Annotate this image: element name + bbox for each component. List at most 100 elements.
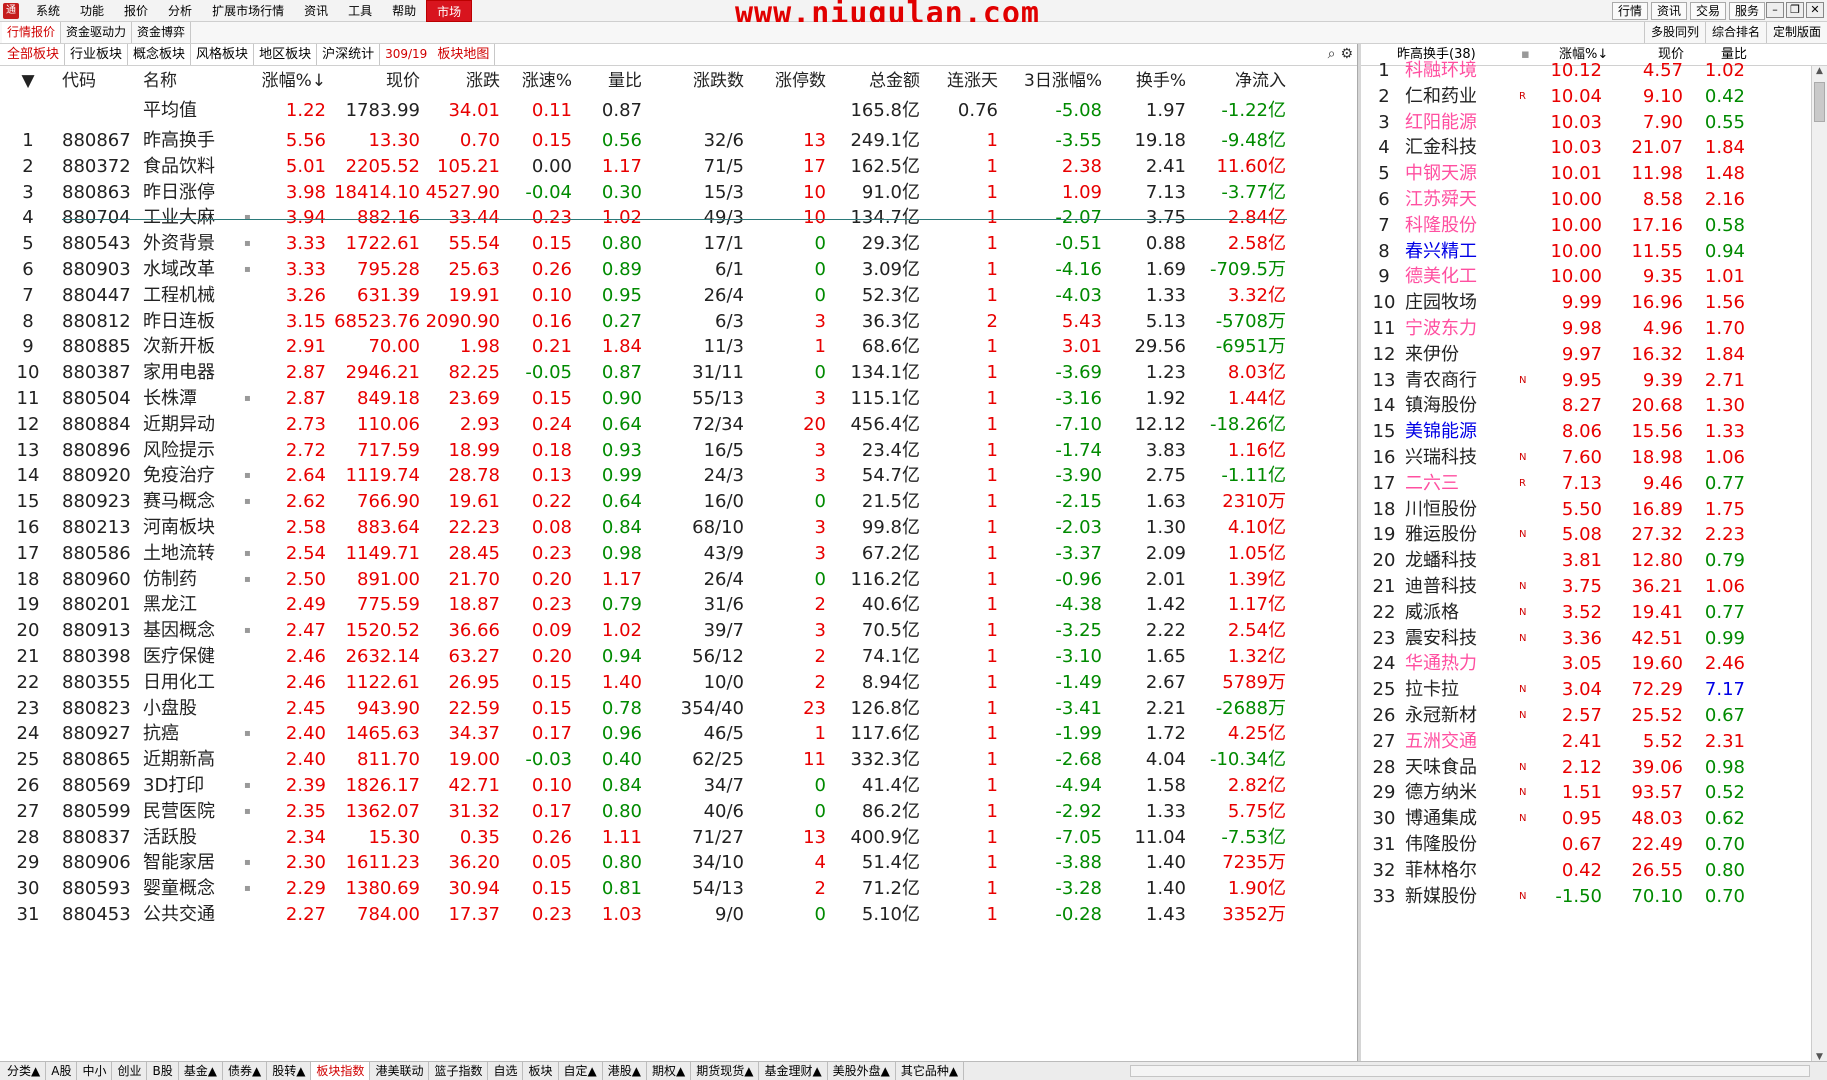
view-tabs: 行情报价 资金驱动力 资金博弈 [2, 22, 192, 43]
selected-row-underline [62, 219, 1287, 220]
average-row: 平均值 1.22 1783.99 34.01 0.11 0.87 165.8亿 … [0, 96, 1357, 126]
layout-tab[interactable]: 综合排名 [1704, 22, 1766, 43]
col-chg-header[interactable]: 涨跌 [420, 66, 500, 96]
table-tools: ⌕ ⚙ [1328, 46, 1353, 62]
market-tab[interactable]: 期权▲ [647, 1062, 692, 1080]
scroll-up-icon[interactable]: ▲ [1812, 66, 1827, 80]
market-tab[interactable]: 期货现货▲ [691, 1062, 760, 1080]
app-logo-icon: 通 [3, 3, 19, 19]
menu-item[interactable]: 系统 [26, 0, 70, 22]
market-tab[interactable]: A股 [46, 1062, 78, 1080]
avg-speed: 0.11 [531, 100, 572, 121]
view-tab[interactable]: 资金驱动力 [61, 22, 133, 43]
market-tab[interactable]: 自定▲ [559, 1062, 603, 1080]
market-tab[interactable]: 中小 [77, 1062, 113, 1080]
avg-price: 1783.99 [345, 100, 420, 121]
avg-turnover: 1.97 [1145, 100, 1186, 121]
pct-change: -1.50 [1555, 885, 1602, 907]
market-tab[interactable]: 债券▲ [223, 1062, 268, 1080]
market-tab[interactable]: 基金理财▲ [759, 1062, 828, 1080]
net-inflow: 3352万 [1222, 904, 1286, 925]
menu-item[interactable]: 分析 [158, 0, 202, 22]
sector-category-tab[interactable]: 行业板块 [65, 44, 129, 65]
market-tab[interactable]: 其它品种▲ [896, 1062, 965, 1080]
top-button[interactable]: 服务 [1728, 2, 1765, 20]
sector-category-tab[interactable]: 地区板块 [254, 44, 318, 65]
market-tab[interactable]: 板块 [523, 1062, 559, 1080]
top-button[interactable]: 行情 [1611, 2, 1648, 20]
market-tab[interactable]: 港美联动 [370, 1062, 430, 1080]
table-header-row: ▼ 代码 名称 涨幅%↓ 现价 涨跌 涨速% 量比 涨跌数 涨停数 总金额 连涨… [0, 66, 1357, 96]
stock-name: 新媒股份 [1405, 885, 1477, 907]
col-amount-header[interactable]: 总金额 [826, 66, 920, 96]
market-tab[interactable]: 篮子指数 [429, 1062, 489, 1080]
right-panel-scrollbar[interactable]: ▲ ▼ [1811, 66, 1827, 1066]
sector-category-tab[interactable]: 全部板块 [2, 44, 66, 65]
constituents-panel: 昨高换手(38) ▪ 涨幅%↓ 现价 量比 1 科融环境 10.12 4.57 1.02… [1361, 44, 1827, 1066]
avg-amount: 165.8亿 [850, 100, 920, 121]
menu-item[interactable]: 市场 [426, 0, 473, 22]
market-tab[interactable]: 港股▲ [603, 1062, 647, 1080]
market-tab[interactable]: 股转▲ [267, 1062, 312, 1080]
col-updown-header[interactable]: 涨跌数 [650, 66, 744, 96]
menu-item[interactable]: 资讯 [294, 0, 338, 22]
col-speed-header[interactable]: 涨速% [500, 66, 572, 96]
col-price-header[interactable]: 现价 [320, 66, 420, 96]
col-days-header[interactable]: 连涨天 [920, 66, 998, 96]
market-tab[interactable]: 基金▲ [179, 1062, 223, 1080]
sector-category-bar: 全部板块 行业板块 概念板块 风格板块 地区板块 沪深统计 309/19 板块地图 ⌕ ⚙ [0, 44, 1357, 66]
menu-item[interactable]: 扩展市场行情 [202, 0, 294, 22]
change: 17.37 [448, 904, 500, 925]
three-day-change: -0.28 [1055, 904, 1102, 925]
view-tab[interactable]: 资金博弈 [132, 22, 192, 43]
turnover: 1.43 [1145, 904, 1186, 925]
avg-vr: 0.87 [601, 100, 642, 121]
constituent-row[interactable]: 33 新媒股份 N -1.50 70.10 0.70 [1361, 882, 1811, 912]
avg-days: 0.76 [957, 100, 998, 121]
menu-bar: 通 系统 功能 报价 分析 扩展市场行情 资讯 工具 帮助 市场 www.niugulan.co… [0, 0, 1827, 22]
table-row[interactable]: 31 880453 公共交通 2.27 784.00 17.37 0.23 1.03 9/0 0 5… [0, 900, 1357, 930]
speed: 0.23 [531, 904, 572, 925]
top-button[interactable]: 资讯 [1650, 2, 1687, 20]
sector-map-link[interactable]: 板块地图 [432, 44, 496, 65]
menu-item[interactable]: 报价 [114, 0, 158, 22]
col-netflow-header[interactable]: 净流入 [1186, 66, 1286, 96]
sector-category-tab[interactable]: 概念板块 [128, 44, 192, 65]
avg-label: 平均值 [143, 100, 197, 121]
layout-tab[interactable]: 多股同列 [1643, 22, 1705, 43]
view-tab[interactable]: 行情报价 [2, 22, 62, 43]
col-pct-header[interactable]: 涨幅%↓ [252, 66, 326, 96]
close-icon[interactable]: ✕ [1806, 2, 1824, 18]
layout-tab[interactable]: 定制版面 [1765, 22, 1827, 43]
market-tab[interactable]: 板块指数 [311, 1062, 371, 1080]
sector-name: 公共交通 [143, 904, 215, 925]
market-tab[interactable]: 创业 [112, 1062, 148, 1080]
sort-arrow-icon[interactable]: ▼ [8, 66, 48, 96]
sector-category-tab[interactable]: 风格板块 [191, 44, 255, 65]
avg-netflow: -1.22亿 [1221, 100, 1286, 121]
gear-icon[interactable]: ⚙ [1340, 46, 1353, 62]
col-3day-header[interactable]: 3日涨幅% [998, 66, 1102, 96]
col-code-header[interactable]: 代码 [62, 66, 142, 96]
menu-item[interactable]: 帮助 [382, 0, 426, 22]
search-icon[interactable]: ⌕ [1328, 46, 1336, 62]
restore-icon[interactable]: ❐ [1786, 2, 1804, 18]
top-button[interactable]: 交易 [1689, 2, 1726, 20]
col-limitup-header[interactable]: 涨停数 [744, 66, 826, 96]
col-volratio-header[interactable]: 量比 [572, 66, 642, 96]
main-menu: 系统 功能 报价 分析 扩展市场行情 资讯 工具 帮助 市场 [26, 0, 473, 22]
horizontal-scrollbar[interactable] [1130, 1065, 1810, 1077]
market-tab[interactable]: 分类▲ [2, 1062, 47, 1080]
scroll-thumb[interactable] [1814, 82, 1825, 122]
col-turnover-header[interactable]: 换手% [1102, 66, 1186, 96]
sector-count: 309/19 [385, 47, 428, 61]
market-tabs: 分类▲ A股 中小 创业 B股 基金▲ 债券▲ 股转▲ 板块指数 港美联动 篮子指数 自选 板块 自定▲ 港… [2, 1062, 965, 1080]
menu-item[interactable]: 功能 [70, 0, 114, 22]
sector-category-tab[interactable]: 沪深统计 [317, 44, 381, 65]
menu-item[interactable]: 工具 [338, 0, 382, 22]
col-name-header[interactable]: 名称 [143, 66, 239, 96]
market-tab[interactable]: B股 [147, 1062, 179, 1080]
minimize-icon[interactable]: – [1766, 2, 1784, 18]
market-tab[interactable]: 美股外盘▲ [828, 1062, 896, 1080]
market-tab[interactable]: 自选 [488, 1062, 524, 1080]
